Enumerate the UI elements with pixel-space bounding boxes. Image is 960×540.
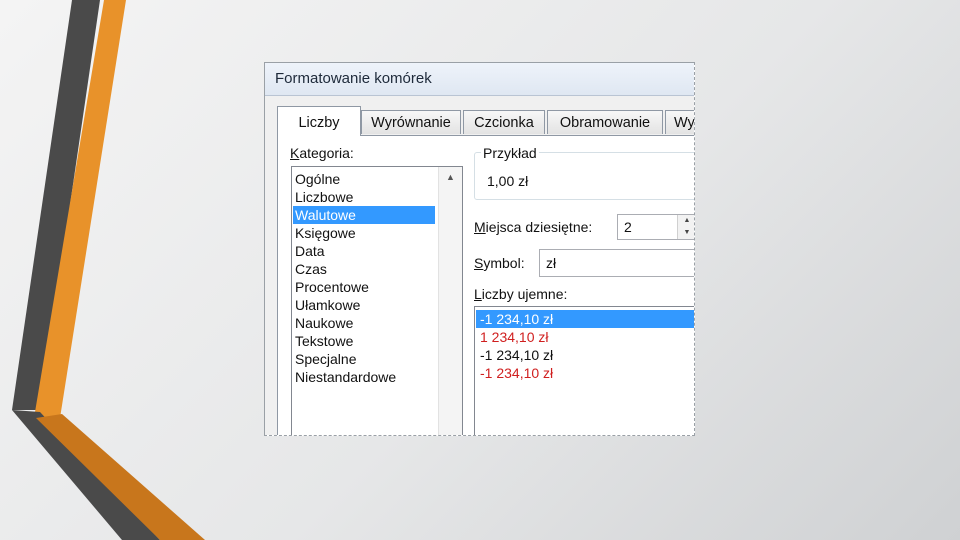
dark-corner-stripe [12, 410, 160, 540]
tab-number[interactable]: Liczby [277, 106, 361, 136]
dialog-titlebar: Formatowanie komórek [265, 63, 694, 96]
tab-strip: Liczby Wyrównanie Czcionka Obramowanie W… [277, 106, 694, 136]
sample-group: Przykład 1,00 zł [474, 145, 694, 200]
category-item-time[interactable]: Czas [293, 260, 435, 278]
negative-format-option[interactable]: 1 234,10 zł [476, 328, 694, 346]
category-item-number[interactable]: Liczbowe [293, 188, 435, 206]
negative-numbers-list[interactable]: -1 234,10 zł 1 234,10 zł -1 234,10 zł -1… [474, 306, 694, 435]
spin-down-icon[interactable]: ▼ [678, 227, 694, 239]
symbol-value[interactable]: zł [546, 255, 556, 271]
number-tab-panel: Kategoria: Ogólne Liczbowe Walutowe Księ… [277, 135, 694, 435]
category-item-general[interactable]: Ogólne [293, 170, 435, 188]
tab-font[interactable]: Czcionka [463, 110, 545, 134]
decimal-places-label: Miejsca dziesiętne: [474, 219, 593, 235]
scroll-up-arrow-icon[interactable]: ▲ [439, 169, 462, 185]
negative-format-option[interactable]: -1 234,10 zł [476, 310, 694, 328]
category-item-fraction[interactable]: Ułamkowe [293, 296, 435, 314]
sample-value: 1,00 zł [487, 173, 529, 189]
tab-alignment[interactable]: Wyrównanie [361, 110, 461, 134]
category-item-percentage[interactable]: Procentowe [293, 278, 435, 296]
symbol-dropdown[interactable]: zł [539, 249, 694, 277]
category-item-accounting[interactable]: Księgowe [293, 224, 435, 242]
category-label: Kategoria: [290, 145, 354, 161]
decimal-places-value[interactable]: 2 [624, 219, 632, 235]
dialog-title: Formatowanie komórek [275, 70, 432, 87]
category-item-text[interactable]: Tekstowe [293, 332, 435, 350]
format-cells-dialog: Formatowanie komórek Liczby Wyrównanie C… [264, 62, 695, 436]
category-item-currency[interactable]: Walutowe [293, 206, 435, 224]
category-item-date[interactable]: Data [293, 242, 435, 260]
category-scrollbar[interactable]: ▲ [438, 167, 462, 435]
tab-border[interactable]: Obramowanie [547, 110, 663, 134]
category-item-scientific[interactable]: Naukowe [293, 314, 435, 332]
negative-format-option[interactable]: -1 234,10 zł [476, 364, 694, 382]
category-list[interactable]: Ogólne Liczbowe Walutowe Księgowe Data C… [291, 166, 463, 435]
spinner-buttons: ▲ ▼ [677, 215, 694, 239]
decimal-places-spinner[interactable]: 2 ▲ ▼ [617, 214, 694, 240]
symbol-label: Symbol: [474, 255, 525, 271]
category-item-special[interactable]: Specjalne [293, 350, 435, 368]
negative-format-option[interactable]: -1 234,10 zł [476, 346, 694, 364]
sample-label: Przykład [481, 145, 539, 161]
dialog-body: Liczby Wyrównanie Czcionka Obramowanie W… [265, 96, 694, 435]
category-item-custom[interactable]: Niestandardowe [293, 368, 435, 386]
tab-fill[interactable]: Wy [665, 110, 694, 134]
negative-numbers-label: Liczby ujemne: [474, 286, 568, 302]
